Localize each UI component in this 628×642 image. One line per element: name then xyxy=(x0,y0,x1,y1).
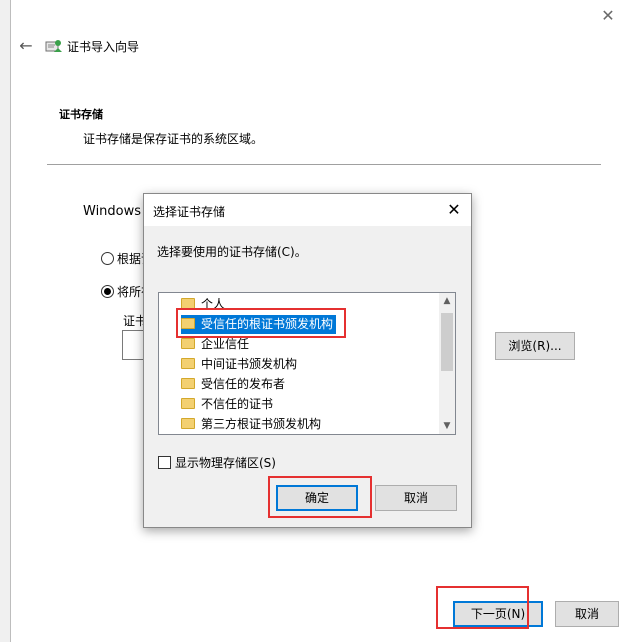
tree-item-personal[interactable]: 个人 xyxy=(181,295,228,314)
wizard-close-button[interactable]: ✕ xyxy=(598,6,618,26)
dialog-close-button[interactable]: ✕ xyxy=(444,200,464,220)
dialog-cancel-button[interactable]: 取消 xyxy=(375,485,457,511)
ok-button[interactable]: 确定 xyxy=(276,485,358,511)
next-button[interactable]: 下一页(N) xyxy=(453,601,543,627)
wizard-title: 证书导入向导 xyxy=(67,40,140,54)
tree-item-intermediate-ca[interactable]: 中间证书颁发机构 xyxy=(181,355,300,374)
folder-icon xyxy=(181,378,195,389)
folder-icon xyxy=(181,398,195,409)
cert-store-tree[interactable]: 个人 受信任的根证书颁发机构 企业信任 中间证书颁发机构 受信任的发布者 不信任… xyxy=(158,292,456,435)
tree-item-label: 企业信任 xyxy=(201,337,250,351)
scroll-down-icon[interactable]: ▼ xyxy=(439,418,455,434)
scroll-thumb[interactable] xyxy=(441,313,453,371)
certificate-wizard-icon xyxy=(45,40,62,52)
show-physical-checkbox[interactable] xyxy=(158,456,171,469)
radio-auto-select[interactable] xyxy=(101,252,114,265)
tree-item-enterprise-trust[interactable]: 企业信任 xyxy=(181,335,252,354)
dialog-titlebar: 选择证书存储 ✕ xyxy=(144,194,471,226)
scroll-up-icon[interactable]: ▲ xyxy=(439,293,455,309)
folder-icon xyxy=(181,418,195,429)
back-arrow-icon[interactable]: ← xyxy=(16,36,36,56)
select-cert-store-dialog: 选择证书存储 ✕ 选择要使用的证书存储(C)。 个人 受信任的根证书颁发机构 企… xyxy=(143,193,472,528)
tree-item-third-party-root[interactable]: 第三方根证书颁发机构 xyxy=(181,415,324,434)
folder-icon xyxy=(181,318,195,329)
section-description: 证书存储是保存证书的系统区域。 xyxy=(83,132,264,146)
browse-button[interactable]: 浏览(R)... xyxy=(495,332,575,360)
tree-item-untrusted[interactable]: 不信任的证书 xyxy=(181,395,276,414)
tree-item-label: 第三方根证书颁发机构 xyxy=(201,417,322,431)
tree-item-label: 受信任的根证书颁发机构 xyxy=(201,317,334,331)
tree-item-label: 中间证书颁发机构 xyxy=(201,357,298,371)
tree-item-label: 个人 xyxy=(201,297,226,311)
tree-item-trusted-publishers[interactable]: 受信任的发布者 xyxy=(181,375,288,394)
radio-place-all[interactable] xyxy=(101,285,114,298)
tree-scrollbar[interactable]: ▲ ▼ xyxy=(439,293,455,434)
folder-icon xyxy=(181,358,195,369)
tree-item-label: 不信任的证书 xyxy=(201,397,274,411)
tree-item-label: 受信任的发布者 xyxy=(201,377,286,391)
folder-icon xyxy=(181,338,195,349)
tree-item-trusted-root[interactable]: 受信任的根证书颁发机构 xyxy=(181,315,337,334)
wizard-cancel-button[interactable]: 取消 xyxy=(555,601,619,627)
folder-icon xyxy=(181,298,195,309)
section-heading: 证书存储 xyxy=(59,108,103,121)
show-physical-label: 显示物理存储区(S) xyxy=(175,456,276,470)
dialog-title: 选择证书存储 xyxy=(153,205,226,219)
dialog-prompt: 选择要使用的证书存储(C)。 xyxy=(157,245,307,259)
header-divider xyxy=(47,164,601,165)
